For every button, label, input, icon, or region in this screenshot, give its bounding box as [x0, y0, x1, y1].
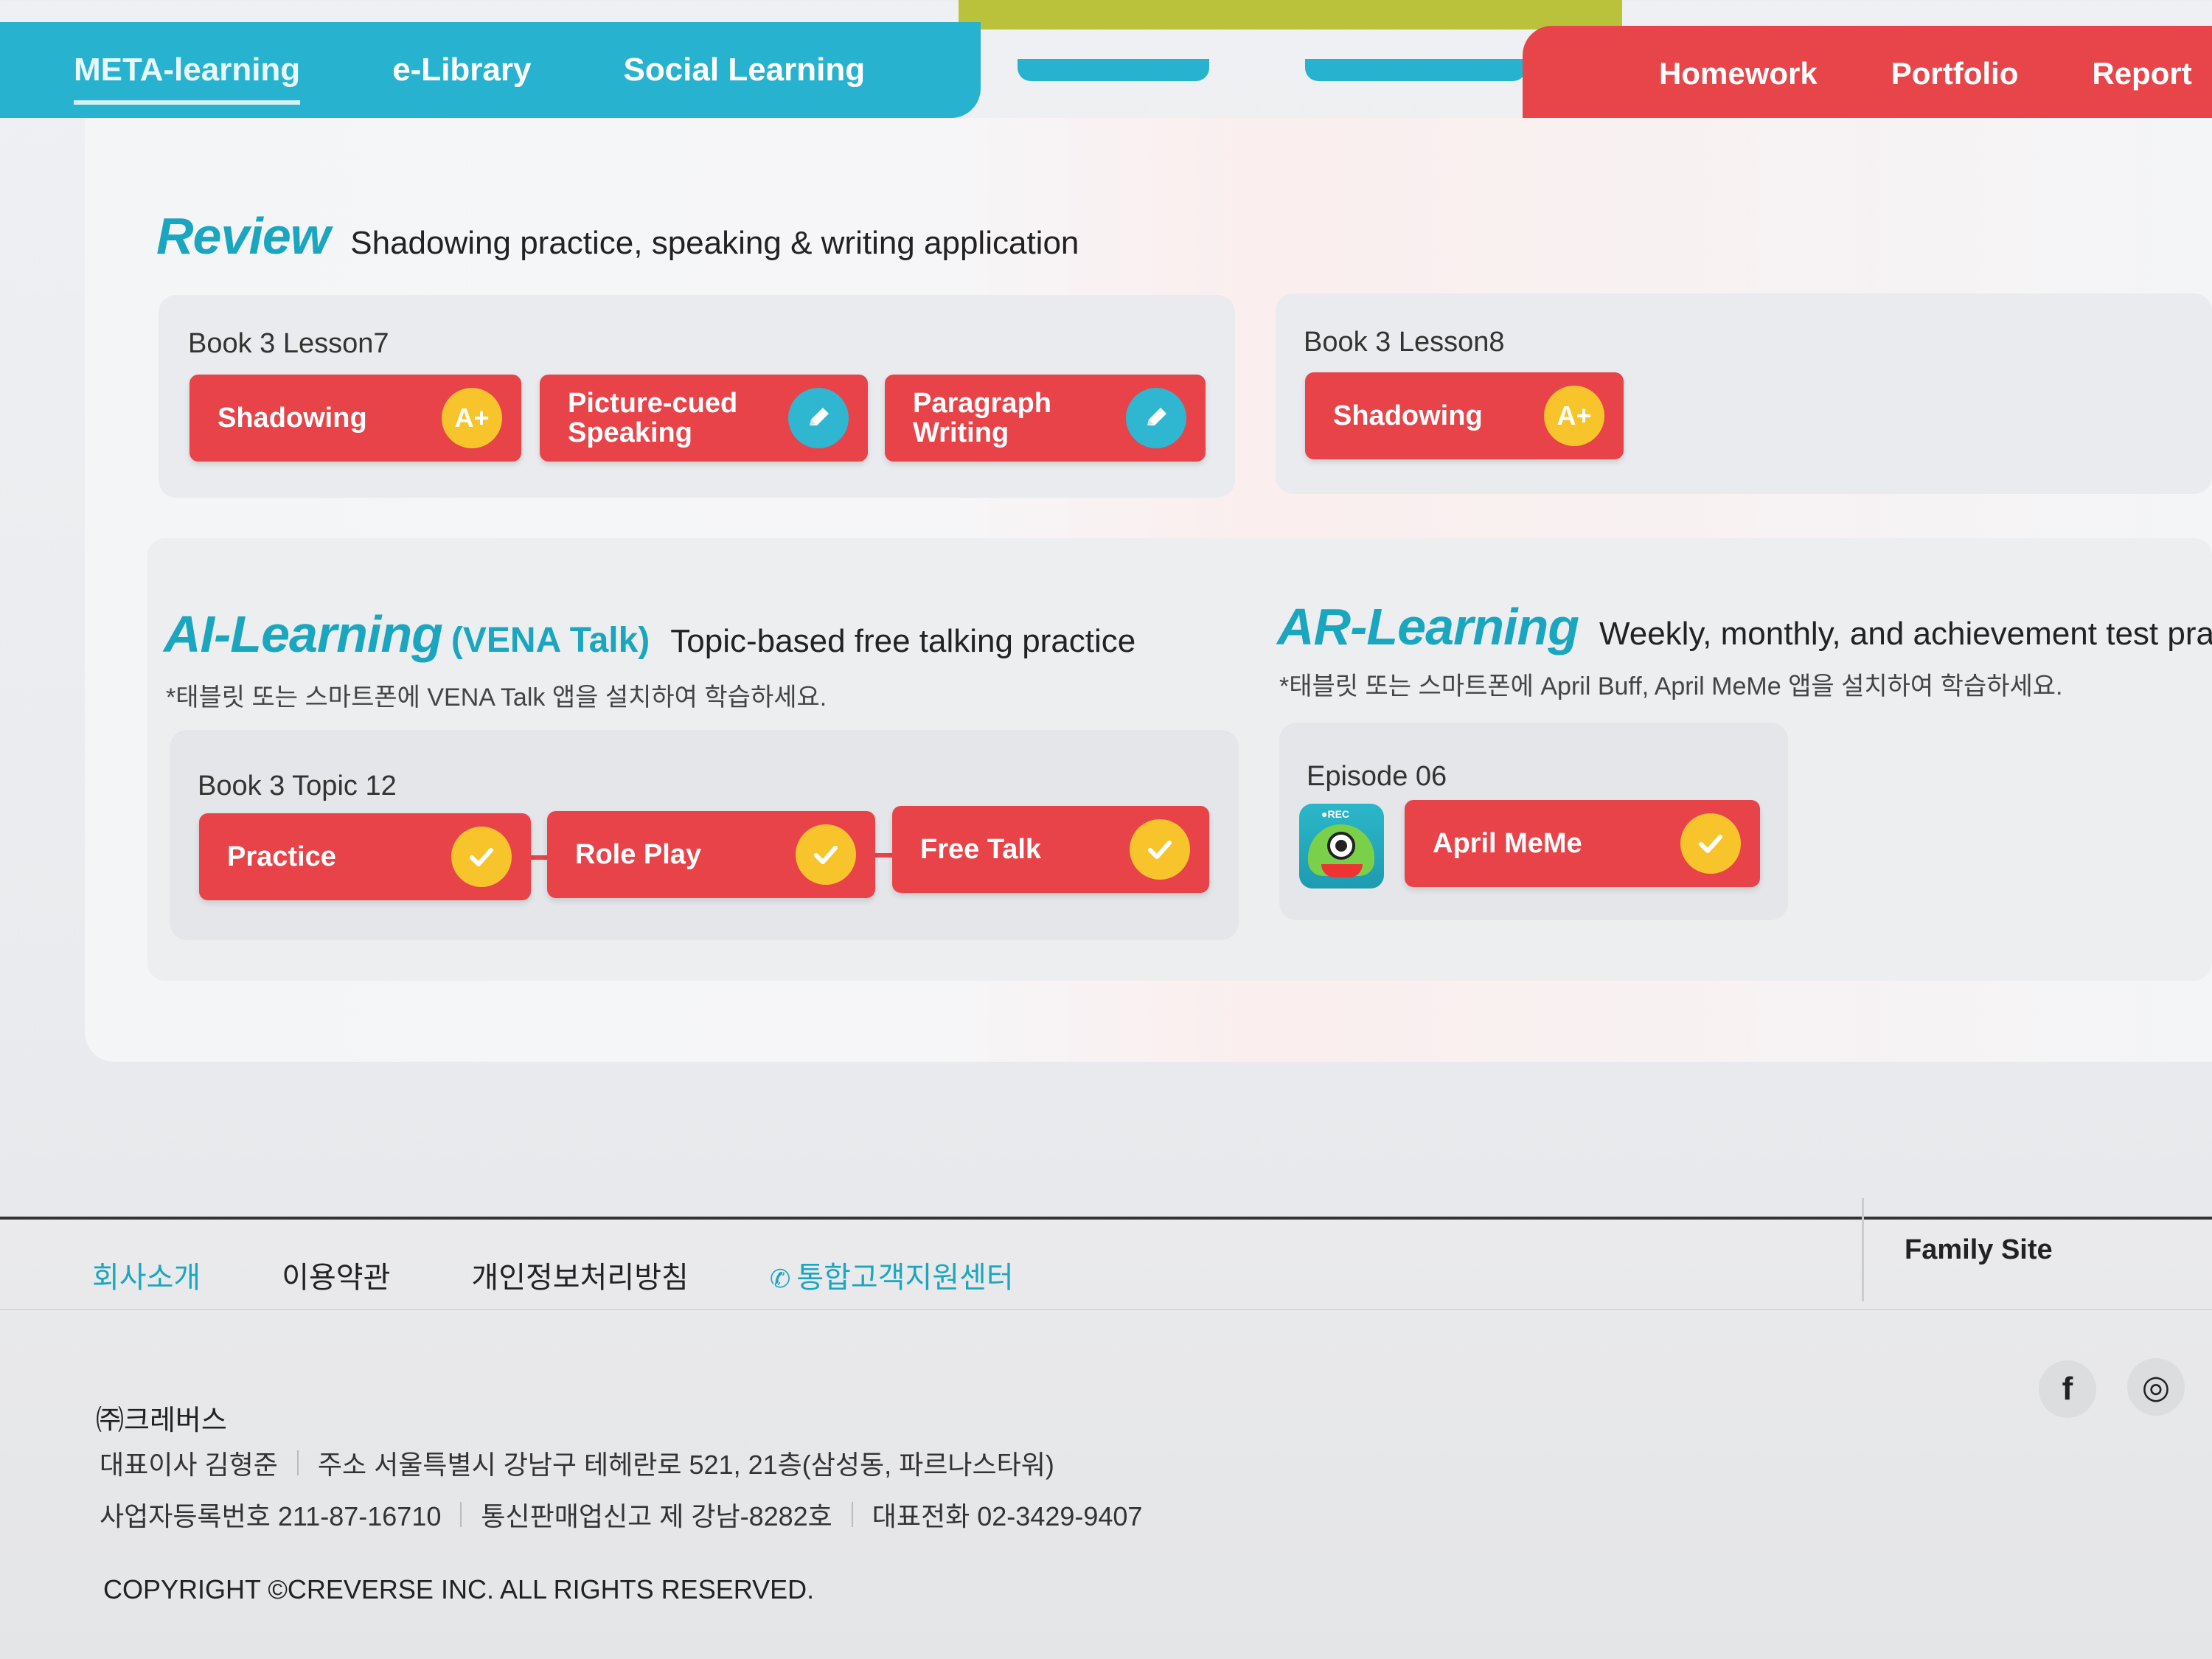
nav-e-library[interactable]: e-Library [392, 52, 531, 88]
ai-learning-heading: AI-Learning (VENA Talk) Topic-based free… [164, 605, 1135, 664]
check-icon [1680, 813, 1741, 874]
separator [296, 1450, 299, 1475]
phone-text: 대표전화 02-3429-9407 [872, 1501, 1143, 1531]
grade-badge: A+ [1544, 386, 1604, 446]
copyright: COPYRIGHT ©CREVERSE INC. ALL RIGHTS RESE… [103, 1574, 815, 1604]
footer-link-terms[interactable]: 이용약관 [282, 1253, 390, 1296]
footer-divider [0, 1309, 2212, 1310]
review-card-label: Book 3 Lesson8 [1304, 327, 1505, 358]
april-meme-label: April MeMe [1433, 828, 1582, 859]
monster-pupil [1335, 840, 1347, 852]
shadowing-button[interactable]: Shadowing A+ [1305, 372, 1624, 459]
nav-tab-decoration [1018, 59, 1209, 81]
footer-link-company[interactable]: 회사소개 [92, 1253, 201, 1296]
family-site-label: Family Site [1905, 1234, 2053, 1265]
picture-cued-speaking-label: Picture-cued Speaking [568, 388, 738, 448]
shadowing-button[interactable]: Shadowing A+ [189, 375, 521, 462]
business-no-text: 사업자등록번호 211-87-16710 [100, 1501, 442, 1531]
footer-link-privacy[interactable]: 개인정보처리방침 [471, 1253, 688, 1296]
ai-topic-label: Book 3 Topic 12 [198, 771, 397, 801]
paragraph-writing-button[interactable]: Paragraph Writing [885, 375, 1206, 462]
separator [851, 1502, 853, 1527]
nav-social-learning[interactable]: Social Learning [623, 52, 865, 88]
free-talk-button[interactable]: Free Talk [892, 806, 1209, 893]
review-description: Shadowing practice, speaking & writing a… [350, 225, 1079, 261]
ai-learning-title: AI-Learning [164, 605, 443, 663]
family-site-dropdown[interactable]: Family Site [1862, 1198, 2212, 1301]
april-meme-button[interactable]: April MeMe [1405, 800, 1760, 887]
practice-label: Practice [227, 841, 336, 872]
grade-badge: A+ [442, 388, 502, 448]
address-text: 주소 서울특별시 강남구 테헤란로 521, 21층(삼성동, 파르나스타워) [317, 1450, 1054, 1480]
ceo-text: 대표이사 김형준 [100, 1450, 278, 1480]
nav-tab-decoration [1305, 59, 1526, 81]
shadowing-label: Shadowing [1333, 400, 1483, 431]
separator [460, 1502, 462, 1527]
ai-learning-note: *태블릿 또는 스마트폰에 VENA Talk 앱을 설치하여 학습하세요. [166, 684, 827, 712]
paragraph-writing-label: Paragraph Writing [913, 388, 1051, 448]
ar-learning-description: Weekly, monthly, and achievement test pr… [1599, 616, 2212, 652]
check-icon [1130, 819, 1190, 880]
ai-learning-description: Topic-based free talking practice [670, 623, 1136, 659]
role-play-button[interactable]: Role Play [547, 811, 875, 898]
free-talk-label: Free Talk [920, 834, 1042, 865]
footer-link-support[interactable]: ✆ 통합고객지원센터 [770, 1253, 1014, 1296]
ai-learning-subtitle: (VENA Talk) [451, 621, 650, 660]
pencil-icon [788, 388, 849, 448]
ar-learning-note: *태블릿 또는 스마트폰에 April Buff, April MeMe 앱을 … [1279, 672, 2063, 700]
review-heading: Review Shadowing practice, speaking & wr… [156, 206, 1079, 265]
picture-cued-speaking-button[interactable]: Picture-cued Speaking [540, 375, 868, 462]
main-nav-left: META-learning e-Library Social Learning [0, 22, 981, 118]
ar-learning-heading: AR-Learning Weekly, monthly, and achieve… [1277, 597, 2212, 656]
role-play-label: Role Play [575, 839, 702, 870]
nav-report[interactable]: Report [2092, 56, 2191, 91]
nav-meta-learning[interactable]: META-learning [74, 52, 301, 105]
shadowing-label: Shadowing [218, 403, 367, 434]
top-decorative-strip [959, 0, 1622, 29]
rec-label: ●REC [1321, 808, 1350, 820]
footer-links: 회사소개 이용약관 개인정보처리방침 ✆ 통합고객지원센터 [92, 1253, 1095, 1296]
ar-episode-label: Episode 06 [1307, 761, 1447, 792]
check-icon [451, 827, 512, 887]
practice-button[interactable]: Practice [199, 813, 531, 900]
ar-learning-title: AR-Learning [1277, 598, 1579, 655]
april-meme-app-icon[interactable]: ●REC [1299, 804, 1384, 888]
footer-info-line1: 대표이사 김형준 주소 서울특별시 강남구 테헤란로 521, 21층(삼성동,… [100, 1444, 1054, 1482]
review-card-label: Book 3 Lesson7 [188, 328, 389, 359]
review-title: Review [156, 207, 330, 265]
instagram-icon[interactable]: ◎ [2127, 1358, 2185, 1416]
nav-portfolio[interactable]: Portfolio [1891, 56, 2019, 91]
pencil-icon [1126, 388, 1186, 448]
mail-order-text: 통신판매업신고 제 강남-8282호 [481, 1501, 832, 1531]
check-icon [796, 824, 856, 885]
footer-info-line2: 사업자등록번호 211-87-16710 통신판매업신고 제 강남-8282호 … [100, 1495, 1142, 1534]
facebook-icon[interactable]: f [2039, 1360, 2096, 1418]
main-nav-right: Homework Portfolio Report [1523, 26, 2212, 122]
nav-homework[interactable]: Homework [1659, 56, 1818, 91]
company-name: ㈜크레버스 [96, 1405, 227, 1436]
phone-icon: ✆ [769, 1265, 791, 1293]
